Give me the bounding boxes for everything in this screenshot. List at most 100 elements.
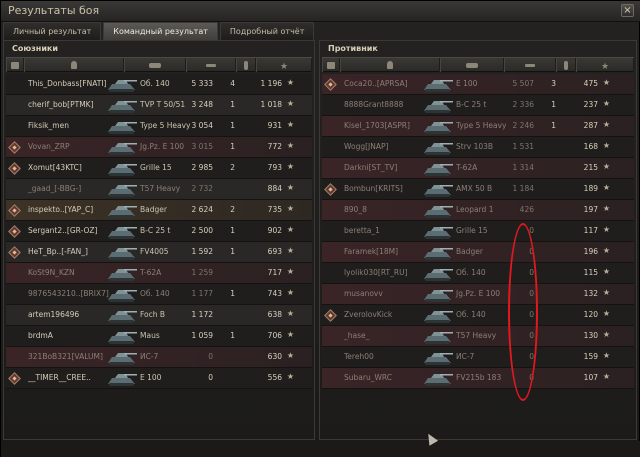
player-row[interactable]: cherif_bob[PTMK] TVP T 50/51 3 248 1 1 018 ★ xyxy=(6,95,312,116)
footer xyxy=(1,441,640,457)
player-row[interactable]: musanovv Jg.Pz. E 100 0 132 ★ xyxy=(322,284,634,305)
player-row[interactable]: 8888Grant8888 B-C 25 t 2 336 1 237 ★ xyxy=(322,95,634,116)
tank-name: TVP T 50/51 xyxy=(140,100,186,109)
player-row[interactable]: lyolik030[RT_RU] Об. 140 0 115 ★ xyxy=(322,263,634,284)
player-column[interactable] xyxy=(340,58,440,72)
tank-icon xyxy=(106,244,138,261)
player-row[interactable]: 321BoB321[VALUM] ИС-7 0 630 ★ xyxy=(6,347,312,368)
xp-value: 638 xyxy=(267,310,282,319)
platoon-icon xyxy=(327,61,335,69)
player-row[interactable]: Wogg[JNAP] Strv 103B 1 531 168 ★ xyxy=(322,137,634,158)
tank-icon xyxy=(106,370,138,387)
player-row[interactable]: beretta_1 Grille 15 0 117 ★ xyxy=(322,221,634,242)
tab-personal-result[interactable]: Личный результат xyxy=(3,22,102,40)
platoon-column[interactable] xyxy=(322,58,340,72)
tab-detailed-report[interactable]: Подробный отчёт xyxy=(219,22,315,40)
player-row[interactable]: Sergant2..[GR-OZ] B-C 25 t 2 500 1 902 ★ xyxy=(6,221,312,242)
player-column[interactable] xyxy=(24,58,124,72)
star-icon: ★ xyxy=(600,62,610,72)
damage-value: 3 015 xyxy=(191,142,213,151)
xp-value: 117 xyxy=(583,226,598,235)
player-row[interactable]: This_Donbass[FNATI] Об. 140 5 333 4 1 196 ★ xyxy=(6,74,312,95)
kills-column[interactable] xyxy=(236,58,256,72)
tank-name: T-62A xyxy=(140,268,162,277)
player-name: Tereh00 xyxy=(344,352,374,361)
star-icon: ★ xyxy=(286,288,294,297)
player-row[interactable]: 9876543210..[BRIX7] Об. 140 1 177 1 743 ★ xyxy=(6,284,312,305)
player-name: HeT_Bp..[-FAN_] xyxy=(28,247,88,256)
player-row[interactable]: Bombun[KRITS] AMX 50 B 1 184 189 ★ xyxy=(322,179,634,200)
player-name: Subaru_WRC xyxy=(344,373,392,382)
tank-column[interactable] xyxy=(124,58,186,72)
star-icon: ★ xyxy=(286,183,294,192)
platoon-column[interactable] xyxy=(6,58,24,72)
tank-name: Maus xyxy=(140,331,160,340)
player-row[interactable]: inspekto..[YAP_C] Badger 2 624 2 735 ★ xyxy=(6,200,312,221)
xp-value: 693 xyxy=(267,247,282,256)
player-row[interactable]: Subaru_WRC FV215b 183 0 107 ★ xyxy=(322,368,634,389)
player-row[interactable]: _hase_ T57 Heavy 0 130 ★ xyxy=(322,326,634,347)
xp-value: 215 xyxy=(583,163,598,172)
player-row[interactable]: Darkni[ST_TV] T-62A 1 314 215 ★ xyxy=(322,158,634,179)
player-row[interactable]: brdmA Maus 1 059 1 706 ★ xyxy=(6,326,312,347)
tab-team-result[interactable]: Командный результат xyxy=(103,22,218,40)
damage-value: 0 xyxy=(529,373,534,382)
tank-icon xyxy=(106,307,138,324)
star-icon: ★ xyxy=(602,330,610,339)
xp-value: 107 xyxy=(583,373,598,382)
player-row[interactable]: artem196496 Foch B 1 172 638 ★ xyxy=(6,305,312,326)
kills-value: 4 xyxy=(230,79,235,88)
kills-value: 1 xyxy=(230,121,235,130)
player-row[interactable]: Coca20..[APRSA] E 100 5 507 3 475 ★ xyxy=(322,74,634,95)
player-row[interactable]: HeT_Bp..[-FAN_] FV4005 1 592 1 693 ★ xyxy=(6,242,312,263)
player-row[interactable]: 890_8 Leopard 1 426 197 ★ xyxy=(322,200,634,221)
player-row[interactable]: Faramek[18M] Badger 0 196 ★ xyxy=(322,242,634,263)
platoon-diamond-icon xyxy=(8,225,21,238)
player-row[interactable]: Kisel_1703[ASPR] Type 5 Heavy 2 246 1 287 ★ xyxy=(322,116,634,137)
damage-value: 0 xyxy=(529,226,534,235)
enemies-rows: Coca20..[APRSA] E 100 5 507 3 475 ★ 8888Grant8… xyxy=(322,74,634,389)
xp-column[interactable]: ★ xyxy=(576,58,634,72)
title-bar: Результаты боя × xyxy=(1,1,640,22)
xp-value: 931 xyxy=(267,121,282,130)
tank-name: E 100 xyxy=(140,373,162,382)
tank-column[interactable] xyxy=(440,58,504,72)
player-name: lyolik030[RT_RU] xyxy=(344,268,408,277)
kills-column[interactable] xyxy=(556,58,576,72)
damage-value: 2 336 xyxy=(512,100,534,109)
xp-value: 159 xyxy=(583,352,598,361)
tank-name: Grille 15 xyxy=(140,163,172,172)
damage-value: 2 246 xyxy=(512,121,534,130)
tank-icon xyxy=(422,286,454,303)
player-row[interactable]: Tereh00 ИС-7 0 159 ★ xyxy=(322,347,634,368)
star-icon: ★ xyxy=(286,99,294,108)
tank-name: Leopard 1 xyxy=(456,205,494,214)
xp-value: 793 xyxy=(267,163,282,172)
player-row[interactable]: Fiksik_men Type 5 Heavy 3 054 1 931 ★ xyxy=(6,116,312,137)
damage-icon xyxy=(525,63,535,67)
player-icon xyxy=(71,61,77,69)
player-row[interactable]: Vovan_ZRP Jg.Pz. E 100 3 015 1 772 ★ xyxy=(6,137,312,158)
star-icon: ★ xyxy=(286,330,294,339)
close-button[interactable]: × xyxy=(621,4,634,17)
damage-value: 5 507 xyxy=(512,79,534,88)
damage-column[interactable] xyxy=(504,58,556,72)
player-row[interactable]: _gaad_[-BBG-] T57 Heavy 2 732 884 ★ xyxy=(6,179,312,200)
damage-value: 2 732 xyxy=(191,184,213,193)
xp-column[interactable]: ★ xyxy=(256,58,312,72)
tank-name: Type 5 Heavy xyxy=(140,121,191,130)
tank-icon xyxy=(422,370,454,387)
xp-value: 168 xyxy=(583,142,598,151)
xp-value: 130 xyxy=(583,331,598,340)
player-row[interactable]: KoSt9N_KZN T-62A 1 259 717 ★ xyxy=(6,263,312,284)
xp-value: 197 xyxy=(583,205,598,214)
star-icon: ★ xyxy=(286,309,294,318)
player-row[interactable]: ZverolovKick Об. 140 0 120 ★ xyxy=(322,305,634,326)
tank-name: AMX 50 B xyxy=(456,184,493,193)
damage-column[interactable] xyxy=(186,58,236,72)
player-row[interactable]: __TIMER__CREE.. E 100 0 556 ★ xyxy=(6,368,312,389)
star-icon: ★ xyxy=(286,267,294,276)
player-row[interactable]: Xomut[43KTC] Grille 15 2 985 2 793 ★ xyxy=(6,158,312,179)
window-title: Результаты боя xyxy=(8,4,100,17)
tank-name: Об. 140 xyxy=(140,289,170,298)
